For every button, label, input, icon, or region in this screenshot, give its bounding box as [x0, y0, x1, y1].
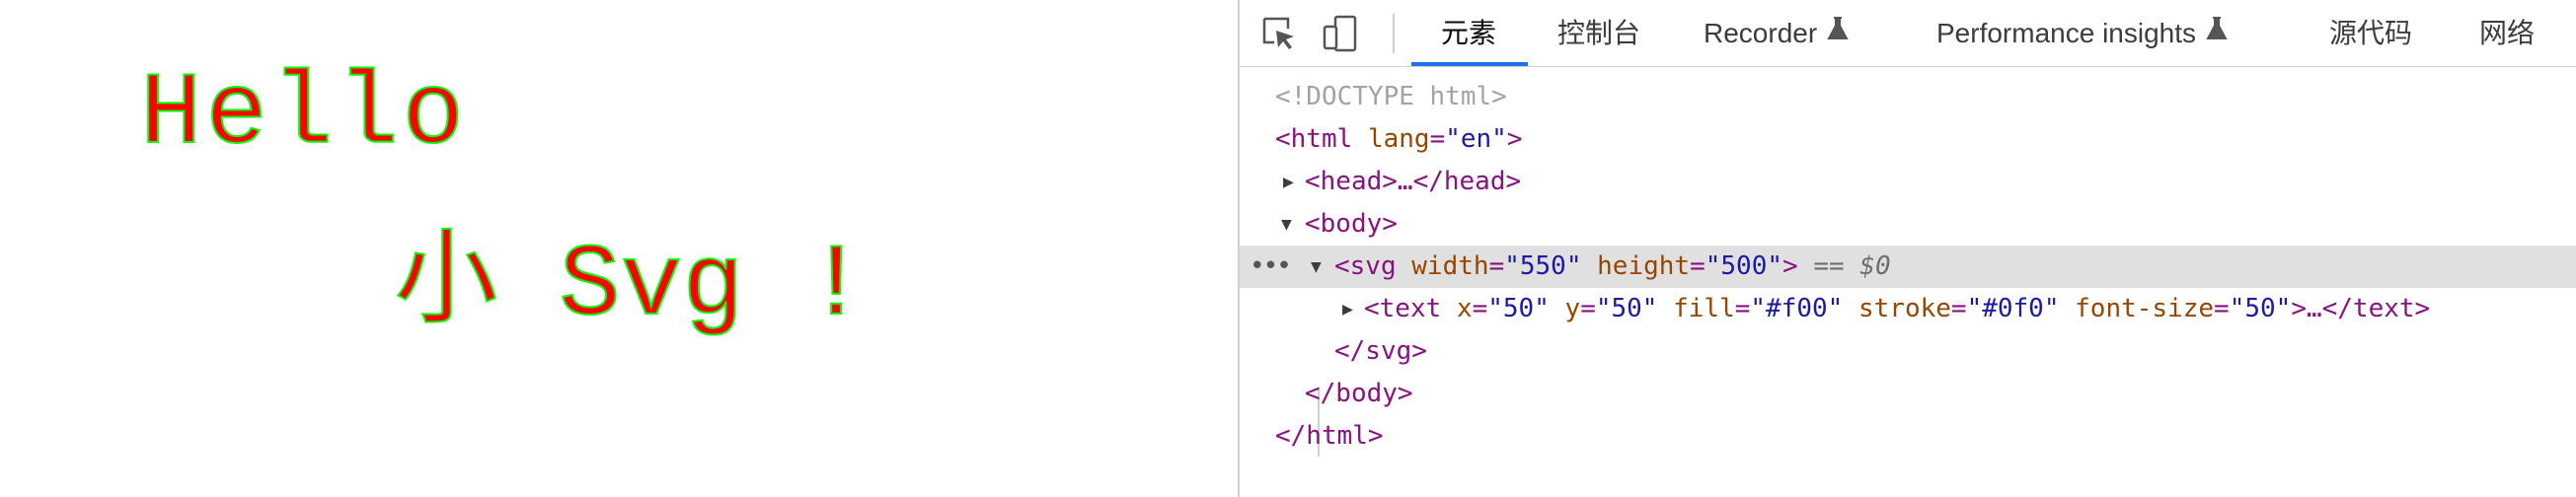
flask-icon [2206, 0, 2228, 65]
flask-icon [1827, 0, 1849, 65]
attr-name: stroke [1857, 294, 1951, 323]
attr-value: "#0f0" [1966, 294, 2060, 323]
tree-row-svg-close[interactable]: </svg> [1240, 330, 2576, 373]
attr-name: height [1597, 251, 1691, 281]
text-close-tag: >…</text> [2291, 294, 2431, 323]
expand-triangle-icon[interactable]: ▶ [1342, 288, 1353, 330]
dom-tree: <!DOCTYPE html> <html lang="en"> ▶ <head… [1240, 66, 2576, 497]
svg-close-tag: </svg> [1334, 336, 1427, 366]
tab-elements[interactable]: 元素 [1441, 0, 1496, 66]
collapse-triangle-icon[interactable]: ▼ [1281, 203, 1292, 246]
doctype-node: <!DOCTYPE html> [1275, 82, 1507, 111]
expand-triangle-icon[interactable]: ▶ [1283, 161, 1294, 203]
more-actions-icon[interactable]: ••• [1250, 246, 1292, 288]
page-viewport: Hello 小 Svg ! [0, 0, 1238, 497]
devtools-toolbar: 元素 控制台 Recorder Performance insights 源代码… [1240, 0, 2576, 67]
hello-text: Hello [140, 57, 468, 174]
tag-bracket: > [1506, 124, 1523, 154]
device-toolbar-icon[interactable] [1321, 14, 1360, 53]
attr-value: "500" [1705, 251, 1783, 281]
attr-value: "50" [1487, 294, 1550, 323]
body-close-tag: </body> [1305, 379, 1413, 408]
tab-recorder-label: Recorder [1704, 18, 1818, 48]
tab-performance-insights-label: Performance insights [1936, 18, 2197, 48]
select-element-icon[interactable] [1259, 14, 1299, 53]
svg-tag: <svg [1334, 251, 1397, 281]
attr-name: x [1456, 294, 1473, 323]
attr-name: width [1411, 251, 1489, 281]
collapse-triangle-icon[interactable]: ▼ [1311, 246, 1322, 288]
tree-row-html[interactable]: <html lang="en"> [1240, 118, 2576, 161]
tab-network[interactable]: 网络 [2479, 0, 2535, 66]
body-node: <body> [1305, 209, 1398, 239]
devtools-panel: 元素 控制台 Recorder Performance insights 源代码… [1240, 0, 2576, 497]
attr-name: y [1564, 294, 1581, 323]
tree-row-doctype[interactable]: <!DOCTYPE html> [1240, 76, 2576, 118]
selected-node-marker: == $0 [1813, 251, 1891, 281]
tab-recorder[interactable]: Recorder [1704, 0, 1849, 66]
attr-value: "50" [2229, 294, 2292, 323]
tab-performance-insights[interactable]: Performance insights [1936, 0, 2228, 66]
tree-row-body-close[interactable]: </body> [1240, 373, 2576, 415]
attr-value: "550" [1504, 251, 1582, 281]
tree-row-body[interactable]: ▼ <body> [1240, 203, 2576, 246]
tag-bracket: > [1782, 251, 1798, 281]
attr-name: fill [1673, 294, 1735, 323]
attr-value: "#f00" [1750, 294, 1844, 323]
tree-row-head[interactable]: ▶ <head>…</head> [1240, 161, 2576, 203]
tab-console[interactable]: 控制台 [1557, 0, 1640, 66]
head-node: <head>…</head> [1305, 167, 1522, 196]
tab-sources[interactable]: 源代码 [2329, 0, 2412, 66]
toolbar-separator [1393, 14, 1395, 53]
tree-row-html-close[interactable]: </html> [1240, 415, 2576, 458]
small-svg-text: 小 Svg ! [395, 228, 867, 345]
svg-canvas: Hello 小 Svg ! [139, 56, 868, 346]
attr-name: font-size [2075, 294, 2215, 323]
attr-name: lang [1367, 124, 1430, 154]
attr-value: "en" [1445, 124, 1507, 154]
tree-row-text[interactable]: ▶ <text x="50" y="50" fill="#f00" stroke… [1240, 288, 2576, 330]
attr-value: "50" [1595, 294, 1658, 323]
html-close-tag: </html> [1275, 421, 1384, 451]
text-tag: <text [1364, 294, 1442, 323]
tree-row-svg-selected[interactable]: ••• ▼ <svg width="550" height="500"> == … [1240, 246, 2576, 288]
html-tag: <html [1275, 124, 1353, 154]
